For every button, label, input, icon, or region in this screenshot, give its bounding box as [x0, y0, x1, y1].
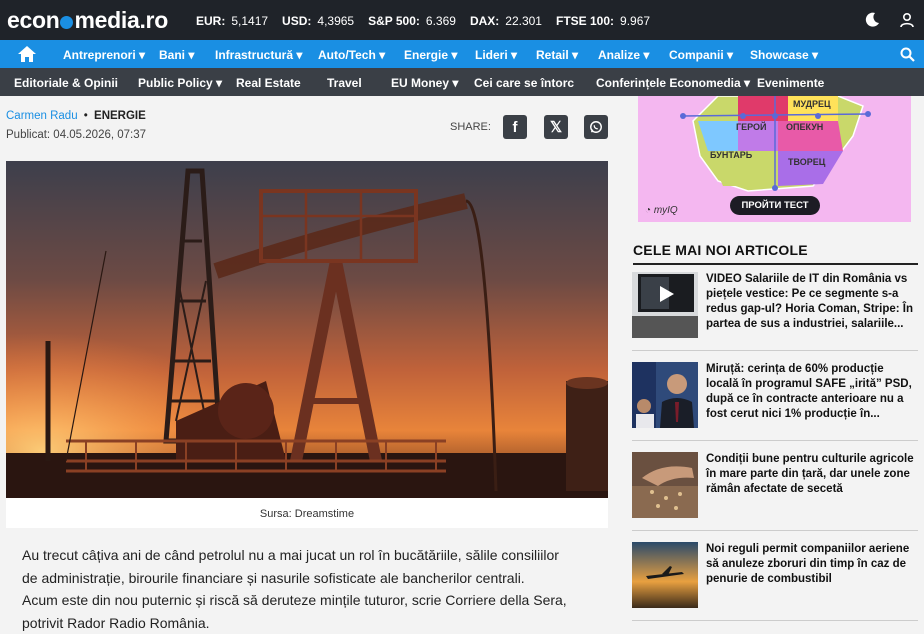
meta-separator: • [84, 110, 88, 122]
share-label: SHARE: [450, 121, 491, 133]
nav-item-retail[interactable]: Retail ▾ [536, 48, 578, 62]
nav-item-bani[interactable]: Bani ▾ [159, 48, 194, 62]
nav-item-eu-money[interactable]: EU Money ▾ [391, 76, 458, 90]
divider [632, 350, 918, 351]
nav-item-travel[interactable]: Travel [327, 76, 362, 90]
nav-item-auto-tech[interactable]: Auto/Tech ▾ [318, 48, 385, 62]
image-caption-box: Sursa: Dreamstime [6, 498, 608, 528]
secondary-nav: Editoriale & Opinii Public Policy ▾ Real… [0, 68, 924, 96]
body-line: Acum este din nou puternic și riscă să d… [22, 589, 602, 612]
search-icon[interactable] [900, 47, 915, 62]
category-link[interactable]: ENERGIE [94, 110, 146, 122]
nav-item-public-policy[interactable]: Public Policy ▾ [138, 76, 222, 90]
article-title[interactable]: Condiții bune pentru culturile agricole … [706, 452, 918, 497]
home-icon[interactable] [17, 45, 37, 63]
top-bar: econmedia.ro EUR:5,1417 USD:4,3965 S&P 5… [0, 0, 924, 40]
article-thumbnail[interactable] [632, 362, 698, 428]
market-tickers: EUR:5,1417 USD:4,3965 S&P 500:6.369 DAX:… [196, 14, 664, 28]
hero-image-oil-pumpjack [6, 161, 608, 498]
ad-cta-button[interactable]: ПРОЙТИ ТЕСТ [730, 196, 820, 215]
nav-item-antreprenori[interactable]: Antreprenori ▾ [63, 48, 145, 62]
primary-nav: Antreprenori ▾ Bani ▾ Infrastructură ▾ A… [0, 40, 924, 68]
site-logo[interactable]: econmedia.ro [7, 7, 168, 34]
ticker-dax: DAX:22.301 [470, 14, 542, 28]
ticker-eur: EUR:5,1417 [196, 14, 268, 28]
divider [632, 440, 918, 441]
ticker-sp500: S&P 500:6.369 [368, 14, 456, 28]
article-title[interactable]: VIDEO Salariile de IT din România vs pie… [706, 272, 918, 332]
article-thumbnail[interactable] [632, 272, 698, 338]
nav-item-analize[interactable]: Analize ▾ [598, 48, 649, 62]
article-body: Au trecut câțiva ani de când petrolul nu… [22, 544, 602, 634]
article-meta: Carmen Radu • ENERGIE [6, 110, 146, 122]
nav-item-infrastructura[interactable]: Infrastructură ▾ [215, 48, 302, 62]
nav-item-energie[interactable]: Energie ▾ [404, 48, 457, 62]
article-thumbnail[interactable] [632, 452, 698, 518]
article-thumbnail[interactable] [632, 542, 698, 608]
nav-item-evenimente[interactable]: Evenimente [757, 76, 824, 90]
ad-label-opekun: ОПЕКУН [786, 122, 823, 132]
user-icon[interactable] [899, 12, 915, 28]
divider [632, 530, 918, 531]
ad-label-geroj: ГЕРОЙ [736, 121, 766, 132]
whatsapp-icon [589, 120, 603, 134]
ad-brand-icon: ◔ [645, 205, 654, 216]
ad-brand: ◔ myIQ [645, 205, 678, 216]
nav-item-cei-care-se-intorc[interactable]: Cei care se întorc [474, 76, 574, 90]
latest-articles-title: CELE MAI NOI ARTICOLE [633, 242, 808, 258]
whatsapp-share-button[interactable] [584, 115, 608, 139]
article-title[interactable]: Miruță: cerința de 60% producție locală … [706, 362, 918, 422]
ad-label-buntar: БУНТАРЬ [710, 150, 753, 160]
author-link[interactable]: Carmen Radu [6, 110, 78, 122]
nav-item-showcase[interactable]: Showcase ▾ [750, 48, 818, 62]
divider [632, 620, 918, 621]
moon-icon[interactable] [864, 12, 880, 28]
body-line: potrivit Rador Radio România. [22, 612, 602, 634]
body-line: Au trecut câțiva ani de când petrolul nu… [22, 544, 602, 567]
image-caption: Sursa: Dreamstime [6, 508, 608, 520]
ticker-ftse: FTSE 100:9.967 [556, 14, 650, 28]
nav-item-editoriale[interactable]: Editoriale & Opinii [14, 76, 118, 90]
latest-articles-rule [633, 263, 918, 265]
x-share-button[interactable]: 𝕏 [544, 115, 568, 139]
article-title[interactable]: Noi reguli permit companiilor aeriene să… [706, 542, 918, 587]
nav-item-companii[interactable]: Companii ▾ [669, 48, 733, 62]
nav-item-conferinte[interactable]: Conferințele Economedia ▾ [596, 76, 750, 90]
nav-item-lideri[interactable]: Lideri ▾ [475, 48, 517, 62]
ad-label-mudrec: МУДРЕЦ [793, 99, 831, 109]
ad-label-tvorec: ТВОРЕЦ [788, 157, 826, 167]
body-line: de administrație, birourile financiare ș… [22, 567, 602, 590]
nav-item-real-estate[interactable]: Real Estate [236, 76, 301, 90]
facebook-share-button[interactable]: f [503, 115, 527, 139]
publish-date: Publicat: 04.05.2026, 07:37 [6, 129, 146, 141]
ticker-usd: USD:4,3965 [282, 14, 354, 28]
